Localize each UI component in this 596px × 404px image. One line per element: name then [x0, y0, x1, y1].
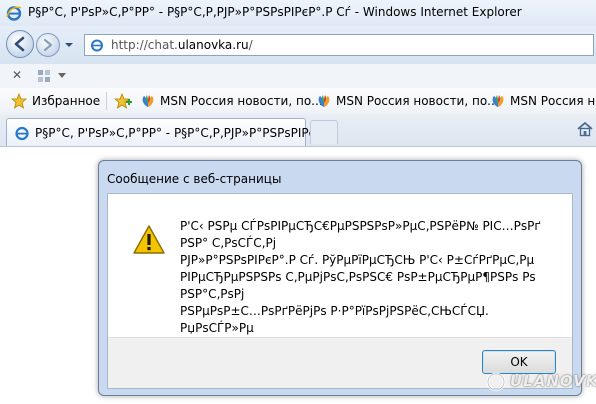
msn-butterfly-icon	[142, 95, 154, 107]
favorite-link-msn-1[interactable]: MSN Россия новости, по...	[140, 93, 323, 109]
tools-dropdown-icon[interactable]	[58, 73, 66, 79]
new-tab-button[interactable]	[310, 120, 338, 144]
window-titlebar: Р§Р°С‚ Р'РѕР»С‚Р°РР° - Р§Р°С‚Р‚РЈР»Р°РЅР…	[0, 0, 596, 26]
tools-icon[interactable]	[36, 68, 52, 84]
back-arrow-icon	[14, 36, 25, 52]
forward-arrow-icon	[43, 38, 53, 52]
tab-title: Р§Р°С‚ Р'РѕР»С‚Р°РР° - Р§Р°С‚Р‚РЈР»Р°РЅР…	[35, 126, 327, 140]
watermark-logo-icon	[486, 372, 506, 392]
command-bar: ✕	[0, 64, 596, 89]
favorite-link-msn-2[interactable]: MSN Россия новости, по...	[316, 93, 499, 109]
favorites-bar: Избранное MSN Россия новости, по... MSN …	[0, 88, 596, 115]
msn-butterfly-icon	[318, 95, 330, 107]
favorites-star-icon[interactable]	[11, 93, 27, 109]
home-icon[interactable]	[576, 120, 594, 138]
add-to-favorites-icon[interactable]	[114, 93, 132, 109]
favorites-label[interactable]: Избранное	[32, 94, 100, 108]
back-button[interactable]	[6, 30, 34, 58]
internet-explorer-icon	[6, 6, 22, 21]
navigation-bar: http://chat.ulanovka.ru/	[0, 26, 596, 64]
favorite-link-msn-3[interactable]: MSN Россия новости, по...	[490, 93, 596, 109]
tab-page-icon	[15, 126, 29, 141]
ok-button[interactable]: OK	[482, 350, 556, 374]
favorites-separator	[106, 92, 107, 110]
forward-button[interactable]	[36, 33, 60, 57]
msn-butterfly-icon	[492, 95, 504, 107]
alert-dialog: Сообщение с веб-страницы Р'С‹ РЅРµ СЃРѕР…	[98, 160, 582, 396]
address-url: http://chat.ulanovka.ru/	[111, 38, 253, 52]
dialog-title: Сообщение с веб-страницы	[107, 172, 282, 186]
tab-strip: Р§Р°С‚ Р'РѕР»С‚Р°РР° - Р§Р°С‚Р‚РЈР»Р°РЅР…	[0, 114, 596, 147]
recent-pages-dropdown-icon[interactable]	[64, 41, 74, 49]
page-icon	[91, 39, 103, 52]
close-icon[interactable]: ✕	[12, 68, 22, 82]
warning-icon	[133, 225, 165, 254]
address-bar[interactable]: http://chat.ulanovka.ru/	[84, 34, 594, 56]
tab-active[interactable]: Р§Р°С‚ Р'РѕР»С‚Р°РР° - Р§Р°С‚Р‚РЈР»Р°РЅР…	[6, 118, 327, 146]
dialog-body: Р'С‹ РЅРµ СЃРѕРІРµСЂС€РµРЅРЅРѕР»РµС‚РЅРё…	[107, 193, 573, 389]
watermark-text: ULANOVKA	[510, 372, 596, 390]
window-title: Р§Р°С‚ Р'РѕР»С‚Р°РР° - Р§Р°С‚Р‚РЈР»Р°РЅР…	[28, 5, 522, 19]
